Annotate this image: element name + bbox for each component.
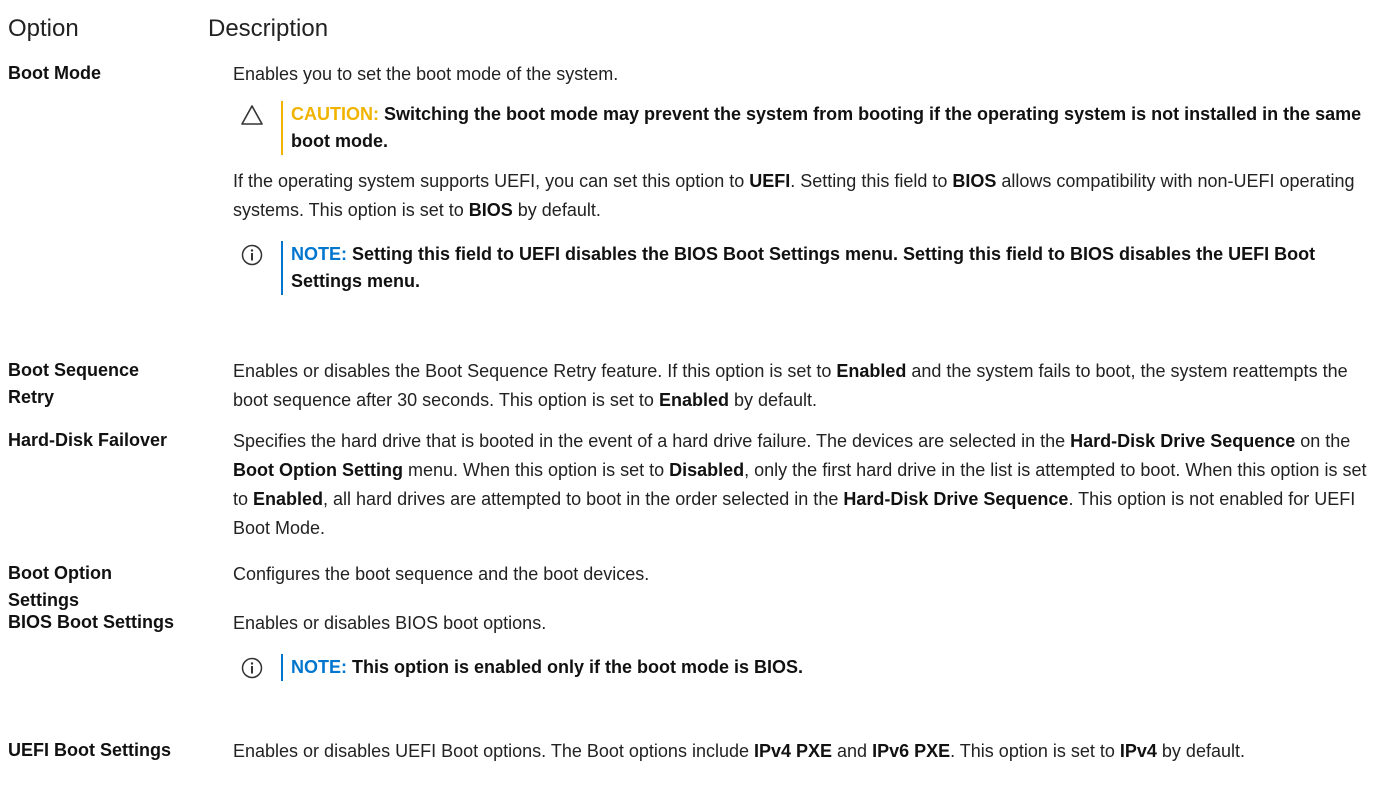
caution-label: CAUTION: (291, 104, 379, 124)
description-paragraph: If the operating system supports UEFI, y… (233, 167, 1379, 225)
note-body: This option is enabled only if the boot … (347, 657, 804, 677)
bold-run: IPv4 (1119, 741, 1157, 761)
text-run: . This option is set to (950, 741, 1120, 761)
bold-run: IPv4 PXE (753, 741, 833, 761)
description-text: Configures the boot sequence and the boo… (233, 564, 650, 584)
option-name: Boot Option Settings (8, 563, 112, 610)
text-run: Specifies the hard drive that is booted … (233, 431, 1071, 451)
option-column-header: Option (8, 15, 79, 42)
text-run: by default. (512, 200, 601, 220)
option-name: UEFI Boot Settings (8, 740, 171, 760)
option-name: Boot Mode (8, 63, 101, 83)
note-bar (281, 241, 283, 295)
option-description: Enables or disables UEFI Boot options. T… (233, 737, 1379, 766)
option-description: Specifies the hard drive that is booted … (233, 427, 1379, 543)
text-run: Enables or disables the Boot Sequence Re… (233, 361, 837, 381)
info-circle-icon (241, 657, 263, 679)
text-run: , all hard drives are attempted to boot … (323, 489, 844, 509)
option-name: Hard-Disk Failover (8, 430, 168, 450)
option-name: Boot Sequence Retry (8, 360, 140, 407)
option-name: BIOS Boot Settings (8, 612, 174, 632)
note-bar (281, 654, 283, 681)
bold-run: IPv6 PXE (872, 741, 951, 761)
description-text: Enables or disables UEFI Boot options. T… (233, 737, 1379, 766)
note-label: NOTE: (291, 244, 347, 264)
text-run: by default. (1156, 741, 1245, 761)
note-callout: NOTE: Setting this field to UEFI disable… (233, 241, 1379, 295)
note-body: Setting this field to UEFI disables the … (291, 244, 1316, 291)
note-label: NOTE: (291, 657, 347, 677)
bold-run: UEFI (749, 171, 791, 191)
text-run: by default. (728, 390, 818, 410)
option-description: Configures the boot sequence and the boo… (233, 560, 1379, 589)
note-text: NOTE: Setting this field to UEFI disable… (291, 244, 1315, 291)
caution-triangle-icon (241, 105, 263, 125)
option-description: Enables or disables the Boot Sequence Re… (233, 357, 1379, 415)
description-text: Enables you to set the boot mode of the … (233, 64, 619, 84)
bold-run: BIOS (952, 171, 997, 191)
description-text: Enables or disables BIOS boot options. (233, 613, 547, 633)
bold-run: BIOS (468, 200, 513, 220)
text-run: on the (1295, 431, 1351, 451)
text-run: and (832, 741, 873, 761)
caution-text: CAUTION: Switching the boot mode may pre… (291, 104, 1361, 151)
bold-run: Hard-Disk Drive Sequence (843, 489, 1069, 509)
text-run: If the operating system supports UEFI, y… (233, 171, 750, 191)
bold-run: Hard-Disk Drive Sequence (1070, 431, 1296, 451)
caution-bar (281, 101, 283, 155)
text-run: Enables or disables UEFI Boot options. T… (233, 741, 754, 761)
bold-run: Enabled (253, 489, 324, 509)
bold-run: Boot Option Setting (233, 460, 403, 480)
note-text: NOTE: This option is enabled only if the… (291, 657, 803, 677)
caution-body: Switching the boot mode may prevent the … (291, 104, 1362, 151)
description-text: Enables or disables the Boot Sequence Re… (233, 357, 1379, 415)
description-text: Specifies the hard drive that is booted … (233, 427, 1379, 543)
info-circle-icon (241, 244, 263, 266)
option-description: Enables you to set the boot mode of the … (233, 60, 1379, 295)
bold-run: Disabled (669, 460, 745, 480)
bold-run: Enabled (836, 361, 907, 381)
description-column-header: Description (208, 15, 329, 42)
text-run: menu. When this option is set to (402, 460, 670, 480)
bold-run: Enabled (658, 390, 729, 410)
caution-callout: CAUTION: Switching the boot mode may pre… (233, 101, 1379, 155)
document-page: Option Description Boot Mode Enables you… (0, 0, 1384, 801)
note-callout: NOTE: This option is enabled only if the… (233, 654, 1379, 681)
text-run: . Setting this field to (790, 171, 953, 191)
option-description: Enables or disables BIOS boot options. N… (233, 609, 1379, 681)
